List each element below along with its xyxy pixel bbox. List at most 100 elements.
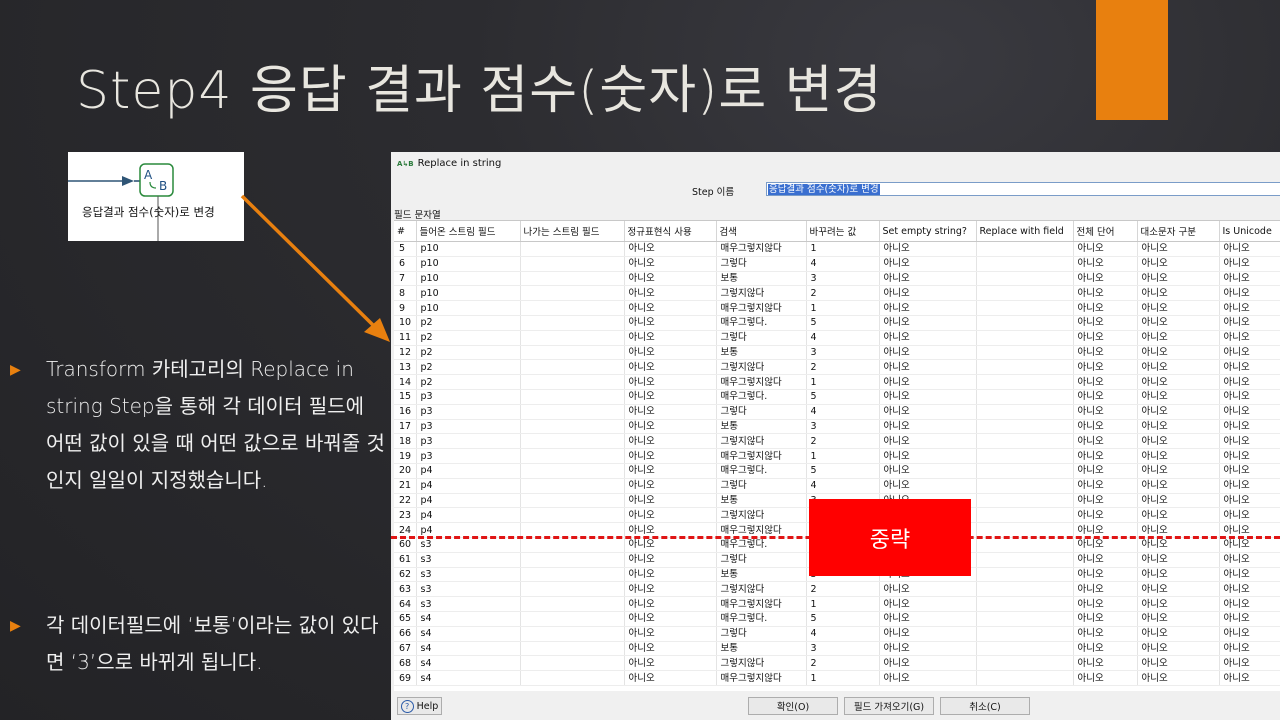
table-cell[interactable]: 16 — [394, 404, 417, 420]
column-header[interactable]: 검색 — [716, 221, 807, 242]
table-cell[interactable]: 매우그렇지않다 — [716, 374, 807, 390]
table-cell[interactable]: s3 — [416, 552, 521, 568]
table-cell[interactable]: 아니오 — [1219, 567, 1280, 583]
table-cell[interactable]: 아니오 — [1219, 655, 1280, 672]
table-cell[interactable]: 1 — [806, 374, 880, 390]
table-cell[interactable] — [520, 271, 625, 287]
table-cell[interactable] — [976, 389, 1074, 405]
table-cell[interactable]: 22 — [394, 493, 417, 509]
table-cell[interactable] — [520, 596, 625, 612]
table-cell[interactable]: 12 — [394, 345, 417, 361]
column-header[interactable]: Set empty string? — [879, 221, 977, 242]
column-header[interactable]: 정규표현식 사용 — [624, 221, 717, 242]
table-cell[interactable] — [976, 315, 1074, 331]
table-cell[interactable]: 아니오 — [1073, 404, 1138, 420]
table-cell[interactable]: 1 — [806, 300, 880, 316]
table-cell[interactable]: 아니오 — [1219, 537, 1280, 553]
table-cell[interactable]: 아니오 — [1219, 315, 1280, 331]
table-cell[interactable]: 아니오 — [1219, 581, 1280, 598]
table-cell[interactable]: p3 — [416, 448, 521, 464]
table-cell[interactable] — [976, 300, 1074, 316]
table-cell[interactable]: 아니오 — [1219, 626, 1280, 642]
table-row[interactable]: 63 s3 아니오 그렇지않다 2 아니오 아니오 아니오 아니오 — [394, 581, 1280, 598]
table-cell[interactable] — [520, 655, 625, 672]
table-cell[interactable]: p10 — [416, 241, 521, 257]
table-cell[interactable]: s3 — [416, 581, 521, 598]
table-cell[interactable]: 아니오 — [879, 478, 977, 494]
table-cell[interactable]: 아니오 — [624, 478, 717, 494]
table-cell[interactable]: 아니오 — [624, 596, 717, 612]
table-cell[interactable]: 보통 — [716, 419, 807, 435]
table-cell[interactable]: 아니오 — [624, 241, 717, 257]
table-cell[interactable]: 그렇다 — [716, 404, 807, 420]
table-cell[interactable]: 아니오 — [879, 670, 977, 686]
table-cell[interactable] — [520, 478, 625, 494]
table-cell[interactable]: p10 — [416, 271, 521, 287]
table-cell[interactable]: 아니오 — [879, 655, 977, 672]
column-header[interactable]: Replace with field — [976, 221, 1074, 242]
table-cell[interactable]: 아니오 — [1073, 478, 1138, 494]
table-cell[interactable]: 그렇지않다 — [716, 433, 807, 450]
table-cell[interactable]: 매우그렇지않다 — [716, 241, 807, 257]
table-cell[interactable]: 7 — [394, 271, 417, 287]
table-cell[interactable]: 5 — [806, 315, 880, 331]
table-cell[interactable] — [520, 345, 625, 361]
table-cell[interactable]: 보통 — [716, 271, 807, 287]
table-cell[interactable] — [520, 419, 625, 435]
flow-step-thumbnail[interactable]: A B 응답결과 점수(숫자)로 변경 — [68, 152, 244, 241]
table-cell[interactable]: 아니오 — [1219, 374, 1280, 390]
table-cell[interactable]: 아니오 — [624, 552, 717, 568]
table-cell[interactable] — [976, 345, 1074, 361]
table-cell[interactable]: 아니오 — [624, 670, 717, 686]
table-cell[interactable]: s4 — [416, 611, 521, 627]
table-cell[interactable]: 아니오 — [879, 596, 977, 612]
table-cell[interactable] — [976, 507, 1074, 524]
table-cell[interactable]: 아니오 — [1073, 552, 1138, 568]
table-cell[interactable]: 아니오 — [624, 300, 717, 316]
table-cell[interactable]: 아니오 — [1137, 419, 1220, 435]
table-cell[interactable]: 67 — [394, 641, 417, 657]
table-cell[interactable]: 아니오 — [624, 359, 717, 376]
table-cell[interactable]: 아니오 — [624, 655, 717, 672]
table-cell[interactable] — [976, 641, 1074, 657]
table-cell[interactable]: 아니오 — [1073, 567, 1138, 583]
table-cell[interactable]: 3 — [806, 345, 880, 361]
table-cell[interactable]: 아니오 — [624, 330, 717, 346]
table-cell[interactable]: p10 — [416, 300, 521, 316]
table-cell[interactable]: 아니오 — [1137, 359, 1220, 376]
table-cell[interactable]: 아니오 — [1137, 389, 1220, 405]
cancel-button[interactable]: 취소(C) — [940, 697, 1030, 715]
table-cell[interactable] — [976, 271, 1074, 287]
column-header[interactable]: Is Unicode — [1219, 221, 1280, 242]
table-cell[interactable]: 19 — [394, 448, 417, 464]
table-cell[interactable]: 아니오 — [879, 463, 977, 479]
table-cell[interactable]: p3 — [416, 404, 521, 420]
table-cell[interactable]: s4 — [416, 626, 521, 642]
table-cell[interactable]: 아니오 — [1073, 448, 1138, 464]
table-cell[interactable]: 아니오 — [1073, 359, 1138, 376]
table-cell[interactable]: 아니오 — [624, 419, 717, 435]
table-cell[interactable] — [520, 256, 625, 272]
table-cell[interactable]: 그렇지않다 — [716, 359, 807, 376]
table-cell[interactable]: 4 — [806, 478, 880, 494]
table-cell[interactable]: p2 — [416, 330, 521, 346]
table-cell[interactable]: 아니오 — [1137, 507, 1220, 524]
table-cell[interactable]: 아니오 — [879, 404, 977, 420]
table-cell[interactable] — [520, 374, 625, 390]
table-cell[interactable] — [976, 567, 1074, 583]
table-cell[interactable] — [520, 493, 625, 509]
table-cell[interactable]: 아니오 — [1219, 419, 1280, 435]
table-cell[interactable]: 아니오 — [1073, 596, 1138, 612]
table-cell[interactable]: p10 — [416, 285, 521, 302]
table-cell[interactable]: 그렇다 — [716, 478, 807, 494]
table-cell[interactable]: 아니오 — [1073, 581, 1138, 598]
table-cell[interactable]: 아니오 — [1137, 374, 1220, 390]
table-cell[interactable]: 아니오 — [1219, 300, 1280, 316]
table-cell[interactable]: 60 — [394, 537, 417, 553]
table-cell[interactable]: 2 — [806, 655, 880, 672]
table-cell[interactable]: 아니오 — [1137, 241, 1220, 257]
table-cell[interactable] — [976, 374, 1074, 390]
table-row[interactable]: 69 s4 아니오 매우그렇지않다 1 아니오 아니오 아니오 아니오 — [394, 670, 1280, 686]
table-cell[interactable]: p3 — [416, 419, 521, 435]
table-cell[interactable]: p2 — [416, 374, 521, 390]
